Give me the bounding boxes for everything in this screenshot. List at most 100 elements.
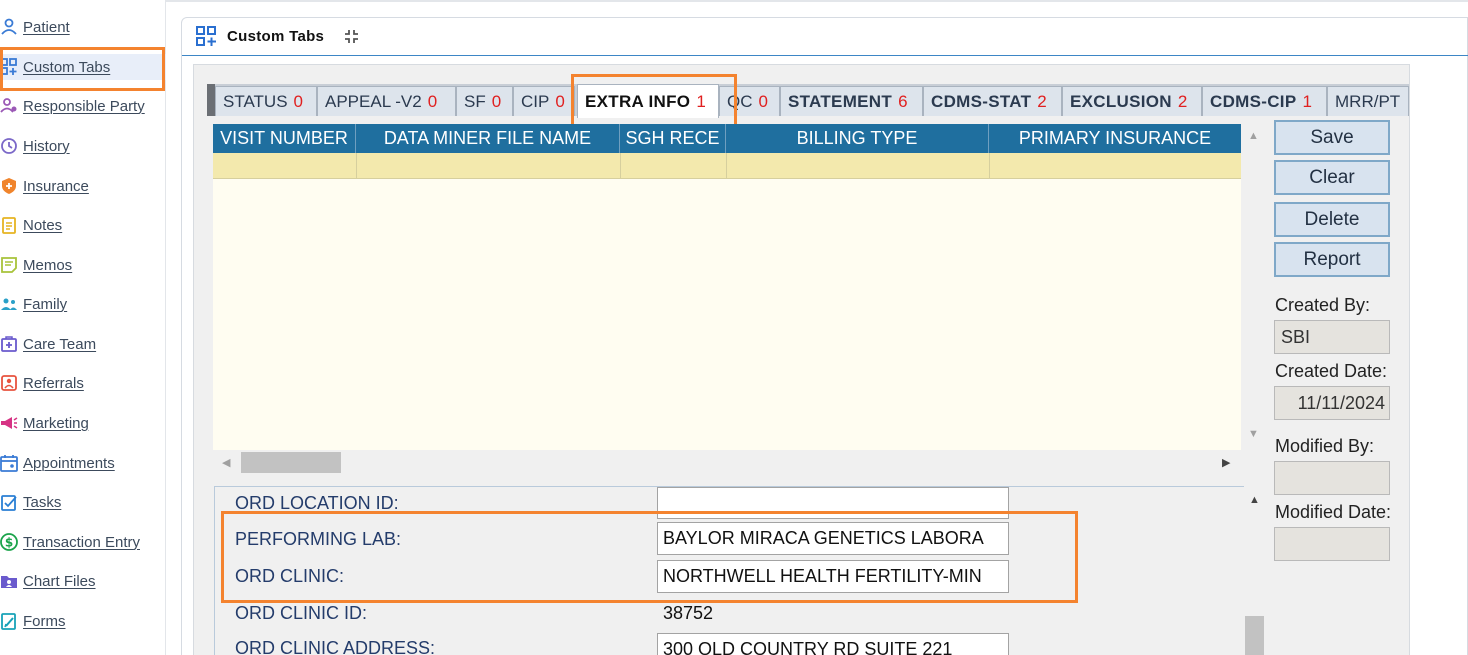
tab-strip-edge (207, 84, 215, 116)
performing-lab-field[interactable]: BAYLOR MIRACA GENETICS LABORA (657, 522, 1009, 555)
sidebar-item-referrals[interactable]: Referrals (0, 370, 166, 396)
sidebar-item-responsible-party[interactable]: Responsible Party (0, 93, 166, 119)
memos-icon (1, 257, 17, 273)
horizontal-scroll-thumb[interactable] (241, 452, 341, 473)
tab-label: CDMS-CIP (1210, 91, 1297, 111)
grid-header: VISIT NUMBER DATA MINER FILE NAME SGH RE… (213, 124, 1241, 153)
ord-clinic-address-field[interactable]: 300 OLD COUNTRY RD SUITE 221 (657, 633, 1009, 655)
tab-count: 1 (1302, 91, 1312, 111)
tab-cdms-cip[interactable]: CDMS-CIP 1 (1202, 86, 1327, 116)
column-header-sgh-rece[interactable]: SGH RECE (620, 124, 726, 153)
tab-exclusion[interactable]: EXCLUSION 2 (1062, 86, 1202, 116)
notes-icon (2, 217, 16, 234)
app-root: Patient Custom Tabs Responsible Party Hi… (0, 0, 1468, 655)
tab-label: SF (464, 91, 486, 111)
sidebar-item-care-team[interactable]: Care Team (0, 331, 166, 357)
records-grid: VISIT NUMBER DATA MINER FILE NAME SGH RE… (213, 124, 1241, 450)
collapse-icon[interactable] (344, 29, 359, 44)
column-header-billing-type[interactable]: BILLING TYPE (726, 124, 989, 153)
forms-icon (1, 613, 16, 630)
referrals-icon (1, 375, 17, 391)
person-icon (1, 18, 17, 35)
sidebar-item-label: Memos (23, 256, 73, 274)
clear-button[interactable]: Clear (1274, 160, 1390, 195)
sidebar-item-label: Responsible Party (23, 97, 145, 115)
sidebar-item-transaction-entry[interactable]: $ Transaction Entry (0, 529, 166, 555)
sidebar-item-label: Marketing (23, 414, 89, 432)
delete-button[interactable]: Delete (1274, 202, 1390, 237)
sidebar-item-memos[interactable]: Memos (0, 252, 166, 278)
tab-label: MRR/PT (1335, 91, 1401, 111)
column-header-primary-insurance[interactable]: PRIMARY INSURANCE (989, 124, 1241, 153)
tab-sf[interactable]: SF 0 (456, 86, 513, 116)
grid-horizontal-scrollbar[interactable] (213, 450, 1241, 476)
save-button[interactable]: Save (1274, 120, 1390, 155)
scroll-left-arrow-icon[interactable]: ◀ (222, 456, 230, 469)
sidebar-item-appointments[interactable]: Appointments (0, 450, 166, 476)
family-icon (1, 298, 17, 310)
grid-vertical-scrollbar[interactable] (1241, 124, 1267, 450)
tab-label: EXTRA INFO (585, 91, 691, 111)
ord-clinic-field[interactable]: NORTHWELL HEALTH FERTILITY-MIN (657, 560, 1009, 593)
column-header-data-miner-file-name[interactable]: DATA MINER FILE NAME (356, 124, 620, 153)
table-row[interactable] (213, 153, 1241, 179)
ord-clinic-id-value: 38752 (663, 603, 714, 623)
tab-cdms-stat[interactable]: CDMS-STAT 2 (923, 86, 1062, 116)
sidebar-item-label: Referrals (23, 374, 84, 392)
ord-clinic-id-label: ORD CLINIC ID: (235, 603, 368, 623)
ord-location-id-label: ORD LOCATION ID: (235, 493, 399, 513)
tab-cip[interactable]: CIP 0 (513, 86, 575, 116)
history-clock-icon (1, 138, 17, 154)
clear-button-label: Clear (1309, 166, 1355, 188)
sidebar-item-history[interactable]: History (0, 133, 166, 159)
report-button[interactable]: Report (1274, 242, 1390, 277)
panel-header: Custom Tabs (182, 18, 1468, 56)
tab-count: 0 (758, 91, 768, 111)
tab-label: EXCLUSION (1070, 91, 1172, 111)
cell-separator (356, 153, 357, 179)
tab-count: 6 (898, 91, 908, 111)
panel-title: Custom Tabs (227, 28, 325, 45)
modified-by-label: Modified By: (1275, 436, 1375, 456)
tab-appeal-v2[interactable]: APPEAL -V2 0 (317, 86, 456, 116)
sidebar-item-marketing[interactable]: Marketing (0, 410, 166, 436)
scroll-right-arrow-icon[interactable]: ▶ (1222, 456, 1230, 469)
column-header-visit-number[interactable]: VISIT NUMBER (213, 124, 356, 153)
modified-date-label: Modified Date: (1275, 502, 1392, 522)
tab-label: APPEAL -V2 (325, 91, 422, 111)
sidebar-item-label: Family (23, 295, 68, 313)
tab-mrr-pt[interactable]: MRR/PT (1327, 86, 1409, 116)
created-by-label: Created By: (1275, 295, 1371, 315)
tab-extra-info[interactable]: EXTRA INFO 1 (577, 84, 719, 118)
sidebar-item-custom-tabs[interactable]: Custom Tabs (0, 54, 166, 80)
sidebar-item-chart-files[interactable]: Chart Files (0, 568, 166, 594)
sidebar-item-family[interactable]: Family (0, 291, 166, 317)
sidebar-item-forms[interactable]: Forms (0, 608, 166, 634)
created-date-field: 11/11/2024 (1274, 386, 1390, 420)
sidebar-item-label: Tasks (23, 493, 62, 511)
tab-status[interactable]: STATUS 0 (215, 86, 317, 116)
responsible-party-icon (0, 98, 17, 113)
svg-text:$: $ (5, 536, 13, 550)
ord-clinic-label: ORD CLINIC: (235, 566, 345, 586)
sidebar-item-label: Custom Tabs (23, 58, 111, 76)
ord-location-id-field[interactable] (657, 487, 1009, 519)
tab-qc[interactable]: QC 0 (719, 86, 780, 116)
sidebar-item-insurance[interactable]: Insurance (0, 173, 166, 199)
sidebar-item-tasks[interactable]: Tasks (0, 489, 166, 515)
tab-statement[interactable]: STATEMENT 6 (780, 86, 923, 116)
tab-label: STATEMENT (788, 91, 893, 111)
sidebar-item-label: Insurance (23, 177, 89, 195)
detail-scroll-up-arrow-icon[interactable]: ▲ (1249, 494, 1260, 506)
sidebar-item-patient[interactable]: Patient (0, 14, 166, 40)
custom-tabs-icon (196, 26, 216, 46)
scroll-up-arrow-icon[interactable]: ▲ (1248, 130, 1259, 142)
report-button-label: Report (1303, 248, 1361, 270)
sidebar-item-notes[interactable]: Notes (0, 212, 166, 238)
detail-scroll-thumb[interactable] (1245, 616, 1264, 655)
tab-count: 0 (293, 91, 304, 111)
marketing-megaphone-icon (1, 417, 18, 429)
scroll-down-arrow-icon[interactable]: ▼ (1248, 428, 1259, 440)
sidebar-item-label: History (23, 137, 70, 155)
tasks-icon (1, 495, 17, 511)
